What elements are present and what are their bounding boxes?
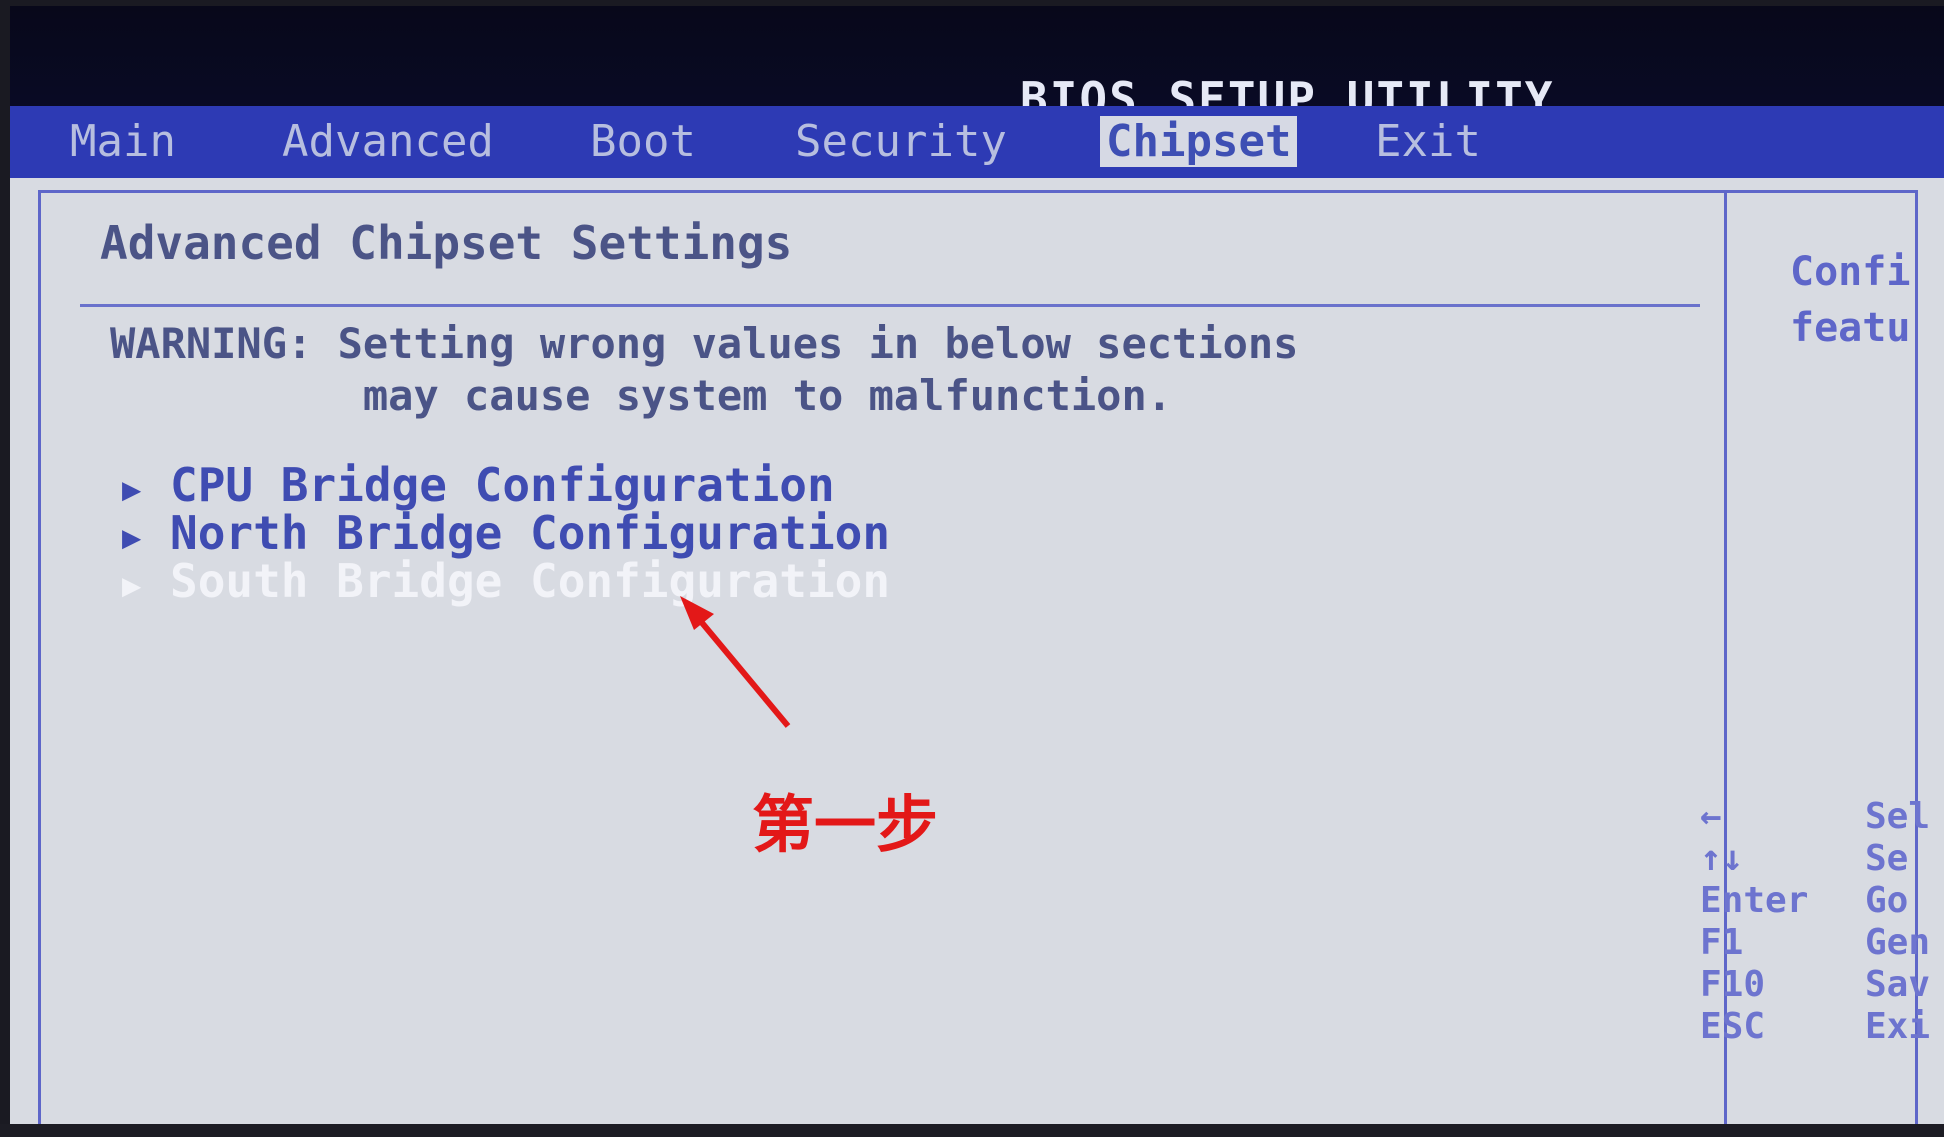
annotation-overlay xyxy=(680,596,791,728)
annotation-label: 第一步 xyxy=(752,788,939,861)
annotation-arrow-icon xyxy=(695,616,791,728)
bios-screen: BIOS SETUP UTILITY Main Advanced Boot Se… xyxy=(10,6,1944,1137)
annotation-arrowhead-icon xyxy=(680,596,714,630)
monitor-bezel xyxy=(0,1124,1944,1137)
